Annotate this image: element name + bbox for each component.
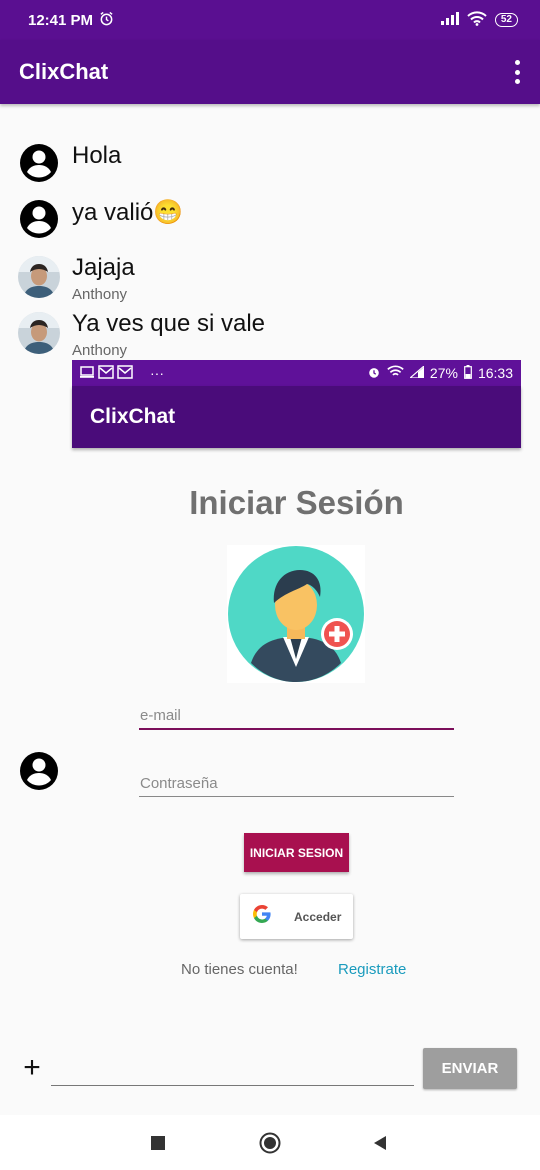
add-attachment-button[interactable]: + bbox=[20, 1053, 44, 1083]
image-message[interactable]: ··· 27% 16:33 ClixChat Iniciar Sesión e-… bbox=[72, 360, 521, 996]
send-button[interactable]: ENVIAR bbox=[423, 1048, 517, 1089]
shot-app-bar: ClixChat bbox=[72, 386, 521, 448]
register-link[interactable]: Registrate bbox=[338, 961, 406, 978]
message-text: Hola bbox=[72, 142, 122, 169]
message-author: Anthony bbox=[72, 342, 128, 359]
app-title: ClixChat bbox=[19, 59, 109, 84]
google-button-label: Acceder bbox=[294, 909, 342, 924]
user-avatar-photo[interactable] bbox=[18, 256, 60, 298]
wifi-icon bbox=[467, 10, 487, 30]
more-vert-icon[interactable] bbox=[512, 60, 522, 84]
wifi-icon bbox=[387, 365, 404, 381]
email-field[interactable]: e-mail bbox=[139, 707, 454, 730]
system-navigation-bar bbox=[0, 1115, 540, 1170]
message-text: ya valió😁 bbox=[72, 199, 184, 226]
battery-icon bbox=[464, 364, 472, 382]
back-icon[interactable] bbox=[350, 1115, 410, 1170]
message-text: Ya ves que si vale bbox=[72, 310, 265, 337]
login-button[interactable]: INICIAR SESION bbox=[244, 833, 349, 872]
email-placeholder: e-mail bbox=[140, 707, 181, 724]
login-title: Iniciar Sesión bbox=[189, 484, 404, 521]
account-circle-icon bbox=[18, 142, 60, 184]
account-circle-icon bbox=[18, 198, 60, 240]
stop-icon[interactable] bbox=[128, 1115, 188, 1170]
shot-status-bar: ··· 27% 16:33 bbox=[72, 360, 521, 386]
user-avatar-photo[interactable] bbox=[18, 312, 60, 354]
message-item: Ya ves que si vale Anthony bbox=[18, 310, 518, 360]
password-placeholder: Contraseña bbox=[140, 775, 218, 792]
message-item: Jajaja Anthony bbox=[18, 254, 518, 304]
password-field[interactable]: Contraseña bbox=[139, 775, 454, 797]
alarm-icon bbox=[367, 365, 381, 382]
message-author: Anthony bbox=[72, 286, 128, 303]
shot-time: 16:33 bbox=[477, 365, 513, 381]
message-item: ya valió😁 bbox=[18, 198, 518, 242]
status-bar: 12:41 PM 52 bbox=[0, 0, 540, 40]
google-signin-button[interactable]: Acceder bbox=[240, 894, 353, 939]
signal-icon bbox=[408, 364, 425, 381]
notification-icons bbox=[80, 364, 140, 382]
status-time: 12:41 PM bbox=[28, 11, 94, 29]
message-item: Hola bbox=[18, 142, 518, 186]
shot-battery-percent: 27% bbox=[429, 365, 458, 381]
account-circle-icon bbox=[18, 750, 60, 792]
google-icon bbox=[252, 904, 272, 929]
alarm-icon bbox=[99, 11, 114, 30]
home-circle-icon[interactable] bbox=[240, 1115, 300, 1170]
shot-app-title: ClixChat bbox=[90, 405, 176, 428]
signal-icon bbox=[440, 11, 459, 29]
message-input[interactable] bbox=[51, 1052, 414, 1086]
user-add-illustration-icon bbox=[227, 545, 365, 683]
shot-more-dots: ··· bbox=[150, 365, 164, 381]
no-account-text: No tienes cuenta! bbox=[181, 961, 298, 978]
message-text: Jajaja bbox=[72, 254, 135, 281]
battery-indicator: 52 bbox=[494, 13, 518, 27]
app-bar: ClixChat bbox=[0, 40, 540, 104]
